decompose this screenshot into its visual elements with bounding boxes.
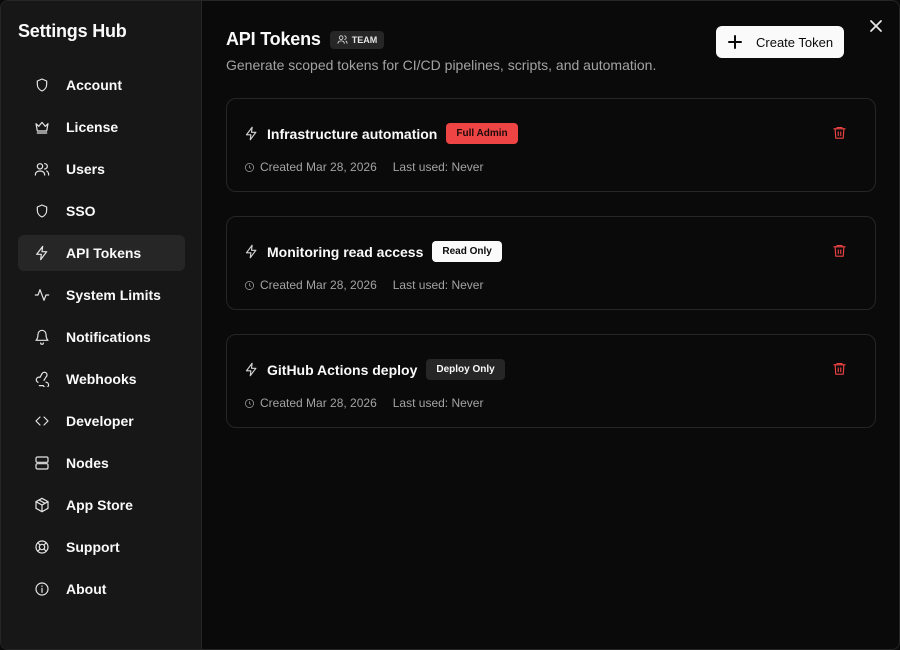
token-name: GitHub Actions deploy [267,361,418,378]
page-title: API Tokens [226,29,321,49]
token-card: Monitoring read access Read Only Created… [226,216,876,310]
token-header: Monitoring read access Read Only [244,241,502,262]
sidebar-item-license[interactable]: License [18,109,185,145]
info-icon [34,581,50,597]
token-header: Infrastructure automation Full Admin [244,123,518,144]
plus-icon [728,35,742,49]
bolt-icon [244,126,267,141]
code-icon [34,413,50,429]
app-title: Settings Hub [18,21,127,41]
token-list: Infrastructure automation Full Admin Cre… [226,98,876,452]
title-row: API Tokens TEAM [226,29,656,50]
delete-token-button[interactable] [831,359,847,377]
users-icon [34,161,50,177]
sidebar-item-label: License [66,119,119,135]
clock-icon [245,398,254,408]
main-content: API Tokens TEAM Generate scoped tokens f… [202,1,899,649]
token-last-used: Last used: Never [392,396,484,410]
close-button[interactable] [867,17,885,35]
sidebar-item-label: Notifications [66,329,151,345]
sidebar-item-developer[interactable]: Developer [18,403,185,439]
sidebar-item-about[interactable]: About [18,571,185,607]
team-badge-label: TEAM [351,34,378,45]
token-meta: Created Mar 28, 2026 Last used: Never [244,396,483,410]
token-created: Created Mar 28, 2026 [260,396,377,410]
sidebar-item-label: API Tokens [66,245,142,261]
clock-icon [245,280,254,290]
crown-icon [34,119,50,135]
bell-icon [34,329,50,345]
close-icon [870,20,882,32]
sidebar-item-label: Account [66,77,122,93]
users-icon [337,35,348,44]
sidebar-item-label: Nodes [66,455,109,471]
page-header: API Tokens TEAM Generate scoped tokens f… [226,29,656,73]
sidebar: Settings Hub Account License Users SSO A… [1,1,202,649]
trash-icon [832,244,846,257]
sidebar-item-notifications[interactable]: Notifications [18,319,185,355]
bolt-icon [34,245,50,261]
bolt-icon [244,244,267,259]
lifebuoy-icon [34,539,50,555]
trash-icon [832,126,846,139]
package-icon [34,497,50,513]
sidebar-item-sso[interactable]: SSO [18,193,185,229]
delete-token-button[interactable] [831,123,847,141]
team-badge: TEAM [329,30,385,49]
shield-icon [34,203,50,219]
token-meta: Created Mar 28, 2026 Last used: Never [244,278,483,292]
sidebar-item-label: Users [66,161,105,177]
sidebar-nav: Account License Users SSO API Tokens Sys [18,67,185,613]
token-created: Created Mar 28, 2026 [260,278,377,292]
webhook-icon [34,371,50,387]
bolt-icon [244,362,267,377]
create-token-button[interactable]: Create Token [716,26,844,58]
sidebar-item-label: Developer [66,413,134,429]
token-created: Created Mar 28, 2026 [260,160,377,174]
token-meta: Created Mar 28, 2026 Last used: Never [244,160,483,174]
sidebar-item-support[interactable]: Support [18,529,185,565]
server-icon [34,455,50,471]
sidebar-item-system-limits[interactable]: System Limits [18,277,185,313]
sidebar-item-nodes[interactable]: Nodes [18,445,185,481]
sidebar-item-label: SSO [66,203,96,219]
delete-token-button[interactable] [831,241,847,259]
clock-icon [245,162,254,172]
scope-badge: Read Only [432,241,502,262]
token-name: Infrastructure automation [267,125,438,142]
sidebar-item-users[interactable]: Users [18,151,185,187]
scope-badge: Full Admin [446,123,518,144]
create-token-label: Create Token [756,34,834,50]
token-card: GitHub Actions deploy Deploy Only Create… [226,334,876,428]
token-header: GitHub Actions deploy Deploy Only [244,359,505,380]
page-subtitle: Generate scoped tokens for CI/CD pipelin… [226,57,657,73]
token-card: Infrastructure automation Full Admin Cre… [226,98,876,192]
sidebar-item-label: Support [66,539,120,555]
sidebar-item-label: Webhooks [66,371,137,387]
sidebar-item-api-tokens[interactable]: API Tokens [18,235,185,271]
activity-icon [34,287,50,303]
trash-icon [832,362,846,375]
token-last-used: Last used: Never [392,160,484,174]
sidebar-item-app-store[interactable]: App Store [18,487,185,523]
settings-window: Settings Hub Account License Users SSO A… [0,0,900,650]
sidebar-item-label: App Store [66,497,133,513]
sidebar-item-label: About [66,581,107,597]
sidebar-item-label: System Limits [66,287,161,303]
token-last-used: Last used: Never [392,278,484,292]
token-name: Monitoring read access [267,243,424,260]
sidebar-item-account[interactable]: Account [18,67,185,103]
shield-icon [34,77,50,93]
scope-badge: Deploy Only [426,359,505,380]
sidebar-item-webhooks[interactable]: Webhooks [18,361,185,397]
